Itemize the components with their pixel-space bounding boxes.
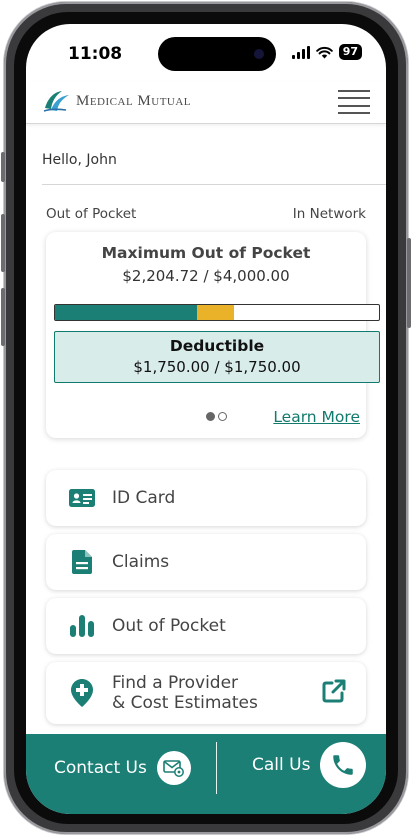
cellular-signal-icon (291, 45, 310, 59)
nav-item-out-of-pocket[interactable]: Out of Pocket (46, 598, 366, 654)
greeting-text: Hello, John (42, 152, 117, 168)
out-of-pocket-header: Out of Pocket In Network (46, 206, 366, 222)
nav-item-label-line2: & Cost Estimates (112, 693, 258, 713)
phone-icon (320, 742, 367, 788)
app-screen: 11:08 97 Medical Mutual Hello, John Out … (26, 24, 386, 814)
dynamic-island (158, 37, 276, 71)
nav-item-claims[interactable]: Claims (46, 534, 366, 590)
progress-segment-1 (55, 305, 197, 320)
brand-logo[interactable]: Medical Mutual (42, 88, 191, 114)
nav-item-label: Claims (112, 552, 170, 572)
document-icon (66, 546, 98, 578)
id-card-icon (66, 482, 98, 514)
email-icon (156, 751, 191, 785)
out-of-pocket-progress-bar (54, 304, 380, 321)
footer-bar: Contact Us Call Us (26, 734, 386, 814)
max-out-of-pocket-title: Maximum Out of Pocket (101, 244, 311, 262)
camera-icon (254, 49, 264, 59)
status-time: 11:08 (68, 44, 123, 64)
network-label: In Network (292, 206, 366, 222)
nav-item-id-card[interactable]: ID Card (46, 470, 366, 526)
medical-mutual-logo-icon (43, 91, 69, 112)
contact-us-button[interactable]: Contact Us (54, 748, 191, 788)
nav-item-label: Out of Pocket (112, 616, 226, 636)
app-header: Medical Mutual (26, 82, 386, 124)
progress-segment-2 (196, 305, 234, 320)
battery-indicator: 97 (338, 44, 362, 60)
card-pager-dots[interactable] (206, 412, 227, 421)
footer-divider (216, 742, 217, 794)
nav-item-label: Find a Provider & Cost Estimates (112, 673, 258, 713)
contact-us-label: Contact Us (54, 758, 147, 778)
nav-item-label-line1: Find a Provider (112, 673, 239, 693)
call-us-label: Call Us (252, 755, 311, 775)
bar-chart-icon (66, 610, 98, 642)
greeting-divider (42, 184, 386, 185)
pager-dot[interactable] (206, 412, 215, 421)
side-button-action (1, 152, 5, 182)
deductible-title: Deductible (169, 337, 265, 355)
learn-more-link[interactable]: Learn More (273, 408, 360, 426)
out-of-pocket-label: Out of Pocket (46, 206, 137, 222)
deductible-amount: $1,750.00 / $1,750.00 (133, 358, 301, 376)
call-us-button[interactable]: Call Us (252, 742, 367, 788)
wifi-icon (315, 46, 333, 58)
side-button-volume-down (1, 288, 5, 346)
deductible-box: Deductible $1,750.00 / $1,750.00 (54, 331, 380, 383)
max-out-of-pocket-amount: $2,204.72 / $4,000.00 (122, 267, 290, 285)
pager-dot[interactable] (218, 412, 227, 421)
brand-name: Medical Mutual (76, 92, 192, 109)
side-button-power (407, 238, 411, 328)
nav-item-label: ID Card (112, 488, 176, 508)
phone-frame: 11:08 97 Medical Mutual Hello, John Out … (1, 2, 411, 834)
status-bar: 11:08 97 (26, 24, 386, 80)
medical-location-pin-icon (66, 677, 98, 709)
nav-item-find-provider[interactable]: Find a Provider & Cost Estimates (46, 662, 366, 724)
hamburger-menu-icon[interactable] (338, 90, 370, 114)
external-link-icon (322, 679, 346, 707)
out-of-pocket-summary-card[interactable]: Maximum Out of Pocket $2,204.72 / $4,000… (46, 232, 380, 438)
side-button-volume-up (1, 214, 5, 272)
status-icons: 97 (291, 44, 362, 60)
